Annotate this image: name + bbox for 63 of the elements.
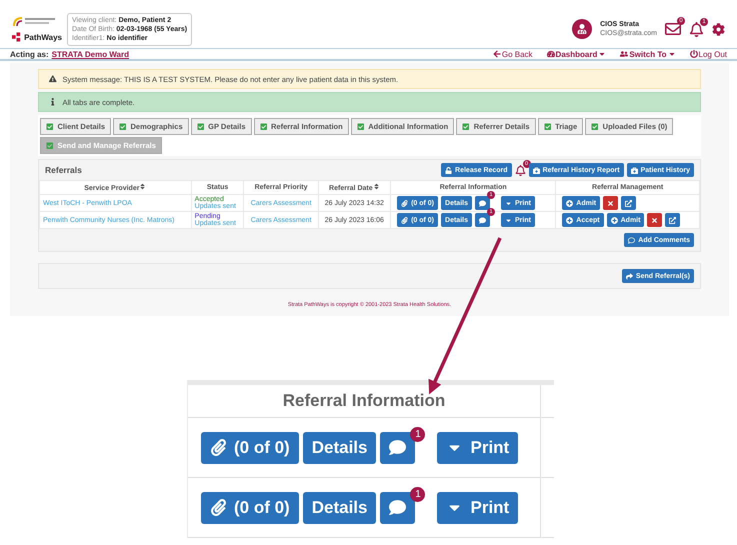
comments-button[interactable] [380, 492, 416, 524]
panel-title: Referrals [45, 165, 82, 175]
dashboard-icon [546, 50, 555, 58]
column-header: Referral Information [188, 385, 541, 418]
caret-icon [504, 216, 512, 224]
checkbox-icon [119, 122, 127, 130]
nav-link[interactable]: Switch To [620, 50, 676, 58]
comment-icon [389, 439, 406, 456]
paperclip-icon [210, 439, 227, 456]
open-link-button[interactable] [621, 196, 636, 210]
close-icon [651, 216, 658, 224]
attachments-button[interactable]: (0 of 0) [201, 492, 299, 524]
settings-icon[interactable] [712, 22, 725, 36]
share-icon [626, 272, 633, 280]
checkbox-icon [544, 122, 552, 130]
comment-icon [628, 236, 636, 244]
comment-count-badge: 1 [410, 426, 426, 442]
briefcase-icon [630, 166, 638, 174]
acting-as-label: Acting as: [10, 50, 49, 58]
checkbox-icon [591, 122, 599, 130]
remove-button[interactable] [603, 196, 618, 210]
external-link-icon [669, 216, 676, 224]
paperclip-icon [401, 216, 408, 224]
external-link-icon [625, 200, 632, 206]
logo-mark-icon [12, 32, 22, 42]
checkbox-icon [46, 142, 54, 150]
checkbox-icon [462, 122, 470, 130]
nav-link[interactable]: Log Out [690, 50, 727, 58]
details-button[interactable]: Details [302, 492, 376, 524]
comments-button[interactable] [474, 213, 490, 227]
nav-link[interactable]: Dashboard [546, 50, 606, 58]
unlock-icon [445, 166, 452, 174]
users-icon [620, 50, 628, 58]
info-icon [49, 98, 56, 106]
comments-button[interactable] [474, 196, 490, 210]
briefcase-icon [532, 166, 540, 174]
nav-link[interactable]: Go Back [492, 50, 533, 58]
caret-icon [504, 200, 512, 206]
paperclip-icon [210, 499, 227, 516]
comment-icon [389, 499, 406, 516]
power-icon [690, 50, 698, 58]
paperclip-icon [401, 200, 408, 206]
details-button[interactable]: Details [302, 432, 376, 464]
bell-icon[interactable] [514, 164, 526, 176]
checkbox-icon [196, 122, 204, 130]
checkbox-icon [46, 122, 54, 130]
comments-button[interactable] [380, 432, 416, 464]
logo-text: PathWays [24, 32, 62, 42]
ward-link[interactable]: STRATA Demo Ward [52, 50, 130, 58]
remove-button[interactable] [647, 213, 662, 227]
back-arrow-icon [492, 50, 501, 58]
print-button[interactable]: Print [437, 492, 518, 524]
comment-icon [478, 200, 486, 206]
checkbox-icon [260, 122, 268, 130]
open-link-button[interactable] [665, 213, 680, 227]
comment-icon [478, 216, 486, 224]
close-icon [607, 200, 614, 206]
warning-icon [49, 75, 56, 83]
checkbox-icon [356, 122, 364, 130]
attachments-button[interactable]: (0 of 0) [201, 432, 299, 464]
user-avatar-icon[interactable] [572, 19, 592, 39]
comment-count-badge: 1 [410, 486, 426, 502]
print-button[interactable]: Print [437, 432, 518, 464]
